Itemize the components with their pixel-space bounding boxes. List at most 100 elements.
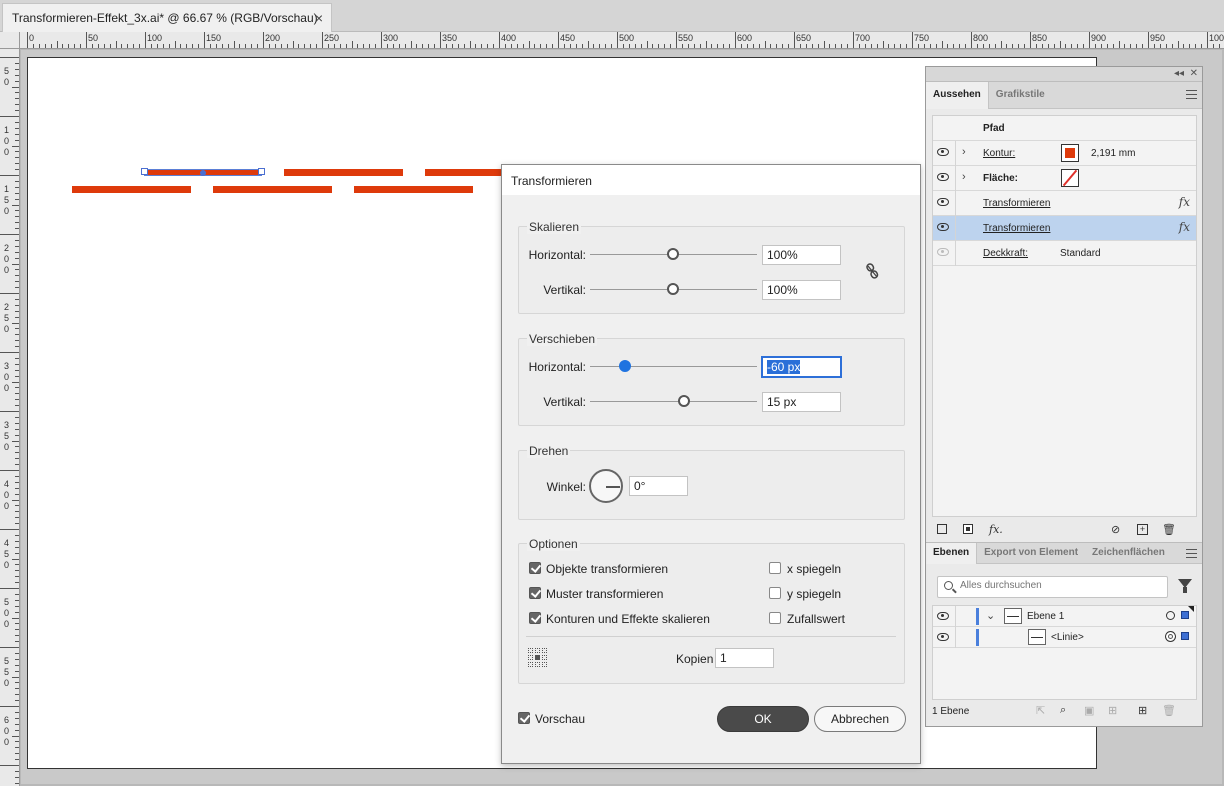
tab-export-von-element[interactable]: Export von Element <box>977 543 1085 564</box>
chevron-right-icon[interactable]: › <box>962 171 966 183</box>
locate-object-search-icon[interactable]: ⌕ <box>1060 704 1066 717</box>
transformieren-effect-link[interactable]: Transformieren <box>983 198 1050 209</box>
reflect-x-checkbox[interactable] <box>769 562 781 574</box>
ref-point[interactable] <box>528 662 533 667</box>
visibility-eye-icon[interactable] <box>937 633 949 641</box>
dialog-title[interactable]: Transformieren <box>502 165 920 195</box>
line-segment[interactable] <box>354 186 473 193</box>
reference-point-grid-icon[interactable] <box>528 648 547 667</box>
export-icon[interactable]: ⇱ <box>1036 704 1045 717</box>
add-fill-icon[interactable] <box>963 524 973 534</box>
fx-icon[interactable]: fx <box>1179 195 1190 209</box>
scale-vertical-field[interactable]: 100% <box>762 280 841 300</box>
deckkraft-label[interactable]: Deckkraft: <box>983 248 1028 259</box>
close-tab-icon[interactable]: × <box>315 10 323 26</box>
preview-checkbox[interactable] <box>518 712 530 724</box>
fx-icon[interactable]: fx <box>1179 220 1190 234</box>
target-circle-icon[interactable] <box>1166 611 1175 620</box>
ok-button[interactable]: OK <box>717 706 809 732</box>
visibility-eye-icon[interactable] <box>937 173 949 181</box>
move-vertical-slider-track[interactable] <box>590 401 757 402</box>
object-name[interactable]: <Linie> <box>1051 632 1084 643</box>
random-checkbox[interactable] <box>769 612 781 624</box>
center-point-handle[interactable] <box>200 170 206 176</box>
reflect-y-label[interactable]: y spiegeln <box>787 587 841 601</box>
chevron-right-icon[interactable]: › <box>962 146 966 158</box>
filter-funnel-icon[interactable] <box>1178 579 1192 593</box>
tab-zeichenflaechen[interactable]: Zeichenflächen <box>1085 543 1172 564</box>
add-stroke-icon[interactable] <box>937 524 947 534</box>
transformieren-effect-link[interactable]: Transformieren <box>983 223 1050 234</box>
collapse-panel-icon[interactable]: ◂◂ <box>1174 68 1184 79</box>
transform-objects-checkbox[interactable] <box>529 562 541 574</box>
copies-field[interactable]: 1 <box>715 648 774 668</box>
scale-horizontal-field[interactable]: 100% <box>762 245 841 265</box>
layer-name[interactable]: Ebene 1 <box>1027 611 1064 622</box>
scale-vertical-slider-knob[interactable] <box>667 283 679 295</box>
angle-field[interactable]: 0° <box>629 476 688 496</box>
ref-point[interactable] <box>528 655 533 660</box>
flaeche-label[interactable]: Fläche: <box>983 173 1018 184</box>
ref-point[interactable] <box>528 648 533 653</box>
delete-layer-trash-icon[interactable]: 🗑 <box>1162 704 1176 717</box>
selection-square-icon[interactable] <box>1181 632 1189 640</box>
ref-point[interactable] <box>542 648 547 653</box>
line-segment[interactable] <box>72 186 191 193</box>
duplicate-item-icon[interactable]: + <box>1137 524 1148 535</box>
move-horizontal-field[interactable]: -60 px <box>762 357 841 377</box>
appearance-row-deckkraft[interactable]: Deckkraft: Standard <box>933 241 1196 266</box>
reflect-y-checkbox[interactable] <box>769 587 781 599</box>
appearance-row-transformieren[interactable]: Transformieren fx <box>933 191 1196 216</box>
layers-search-box[interactable] <box>937 576 1168 598</box>
transform-patterns-label[interactable]: Muster transformieren <box>546 587 663 601</box>
selection-handle[interactable] <box>141 168 148 175</box>
tab-ebenen[interactable]: Ebenen <box>926 543 978 564</box>
document-tab[interactable]: Transformieren-Effekt_3x.ai* @ 66.67 % (… <box>2 3 332 32</box>
preview-label[interactable]: Vorschau <box>535 712 585 726</box>
layers-search-input[interactable] <box>960 580 1160 591</box>
new-layer-icon[interactable]: ⊞ <box>1138 704 1147 717</box>
target-circle-filled-icon[interactable] <box>1165 631 1176 642</box>
stroke-color-swatch[interactable] <box>1061 144 1079 162</box>
scale-strokes-effects-checkbox[interactable] <box>529 612 541 624</box>
chevron-down-icon[interactable]: ⌄ <box>986 609 995 622</box>
layer-row-linie[interactable]: <Linie> <box>933 627 1196 648</box>
panel-menu-icon[interactable] <box>1186 90 1197 99</box>
visibility-eye-icon[interactable] <box>937 612 949 620</box>
delete-trash-icon[interactable]: 🗑 <box>1162 523 1176 536</box>
close-panel-icon[interactable]: ✕ <box>1190 68 1198 79</box>
tab-grafikstile[interactable]: Grafikstile <box>989 82 1052 109</box>
transform-patterns-checkbox[interactable] <box>529 587 541 599</box>
random-label[interactable]: Zufallswert <box>787 612 845 626</box>
visibility-eye-icon[interactable] <box>937 198 949 206</box>
layer-row-ebene-1[interactable]: ⌄ Ebene 1 <box>933 606 1196 627</box>
line-segment[interactable] <box>213 186 332 193</box>
selection-square-icon[interactable] <box>1181 611 1189 619</box>
ref-point[interactable] <box>542 655 547 660</box>
selection-handle[interactable] <box>258 168 265 175</box>
scale-horizontal-slider-knob[interactable] <box>667 248 679 260</box>
unlinked-chain-icon[interactable] <box>865 263 879 279</box>
scale-strokes-effects-label[interactable]: Konturen und Effekte skalieren <box>546 612 710 626</box>
ref-point[interactable] <box>535 662 540 667</box>
line-segment[interactable] <box>284 169 403 176</box>
visibility-eye-icon[interactable] <box>937 148 949 156</box>
clear-appearance-icon[interactable]: ⊘ <box>1111 523 1120 536</box>
clipping-mask-icon[interactable]: ▣ <box>1084 704 1094 717</box>
panel-menu-icon[interactable] <box>1186 549 1197 558</box>
visibility-eye-icon[interactable] <box>937 223 949 231</box>
appearance-row-flaeche[interactable]: › Fläche: <box>933 166 1196 191</box>
vertical-ruler[interactable]: 50 100 150 200 250 300 350 400 450 500 550 600 <box>0 49 20 786</box>
move-horizontal-slider-knob[interactable] <box>619 360 631 372</box>
transform-objects-label[interactable]: Objekte transformieren <box>546 562 668 576</box>
ref-point-center[interactable] <box>535 655 540 660</box>
move-horizontal-slider-track[interactable] <box>590 366 757 367</box>
horizontal-ruler[interactable]: 0 50 100 150 200 250 300 350 400 450 500 550 600 650 7… <box>0 32 1224 49</box>
reflect-x-label[interactable]: x spiegeln <box>787 562 841 576</box>
move-vertical-field[interactable]: 15 px <box>762 392 841 412</box>
cancel-button[interactable]: Abbrechen <box>814 706 906 732</box>
angle-dial[interactable] <box>589 469 623 503</box>
ref-point[interactable] <box>535 648 540 653</box>
appearance-row-kontur[interactable]: › Kontur: 2,191 mm <box>933 141 1196 166</box>
new-sublayer-icon[interactable]: ⊞ <box>1108 704 1117 717</box>
